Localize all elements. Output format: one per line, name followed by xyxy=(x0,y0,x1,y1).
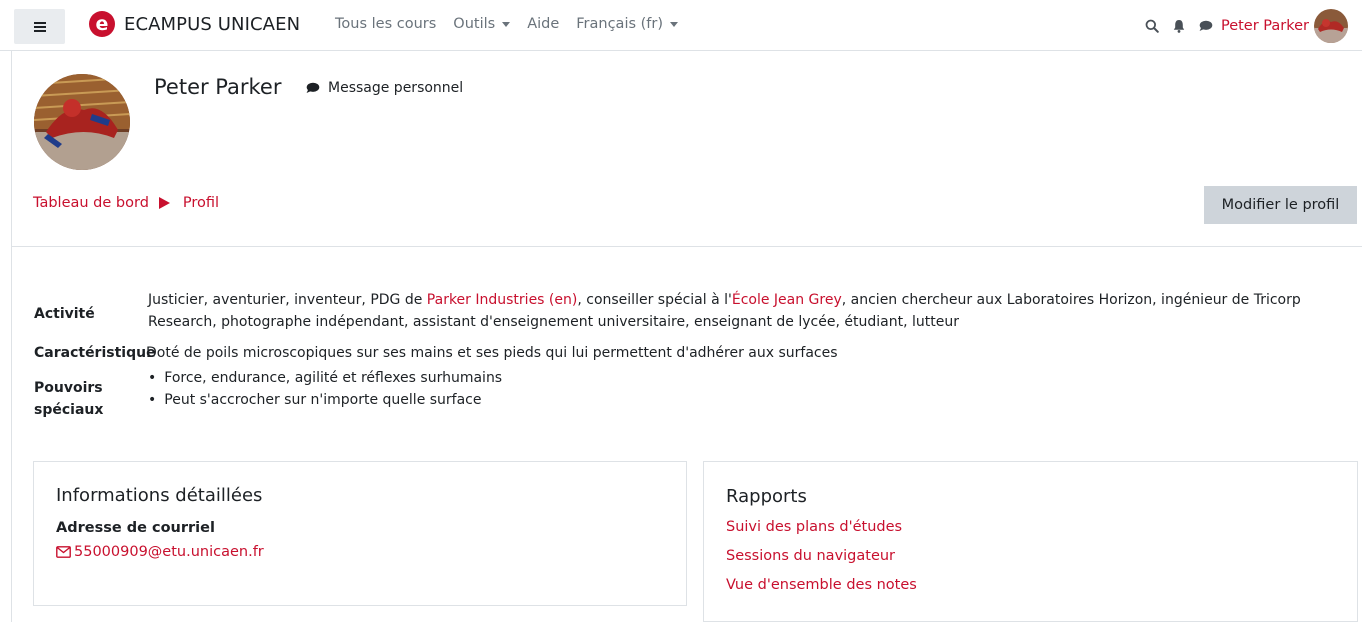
link-ecole-jean-grey[interactable]: École Jean Grey xyxy=(732,292,842,308)
user-nav: Peter Parker xyxy=(1145,8,1348,44)
list-item: Force, endurance, agilité et réflexes su… xyxy=(148,367,502,389)
activite-line-1: Justicier, aventurier, inventeur, PDG de… xyxy=(148,289,1353,311)
primary-nav: Tous les cours Outils Aide Français (fr) xyxy=(335,16,695,32)
report-link-learning-plans[interactable]: Suivi des plans d'études xyxy=(726,519,902,535)
search-icon[interactable] xyxy=(1145,19,1159,33)
reports-card-title: Rapports xyxy=(726,486,807,507)
profile-name: Peter Parker xyxy=(154,75,282,99)
field-value-pouvoirs: Force, endurance, agilité et réflexes su… xyxy=(148,367,502,411)
caret-down-icon xyxy=(670,22,679,27)
link-parker-industries[interactable]: Parker Industries (en) xyxy=(427,292,578,308)
field-value-activite: Justicier, aventurier, inventeur, PDG de… xyxy=(148,289,1353,333)
edit-profile-button[interactable]: Modifier le profil xyxy=(1204,186,1357,224)
activite-text-1: Justicier, aventurier, inventeur, PDG de xyxy=(148,292,427,308)
nav-tools-dropdown[interactable]: Outils xyxy=(453,16,511,32)
envelope-icon xyxy=(56,546,71,558)
report-link-grades-overview[interactable]: Vue d'ensemble des notes xyxy=(726,577,917,593)
nav-help[interactable]: Aide xyxy=(527,16,559,32)
activite-text-2: , conseiller spécial à l' xyxy=(577,292,732,308)
nav-language-label: Français (fr) xyxy=(576,16,664,32)
bell-icon[interactable] xyxy=(1173,19,1185,33)
brand-name[interactable]: ECAMPUS UNICAEN xyxy=(124,14,300,35)
activite-text-3: , ancien chercheur aux Laboratoires Hori… xyxy=(841,292,1301,308)
field-label-pouvoirs-line2: spéciaux xyxy=(34,402,104,418)
hamburger-icon xyxy=(33,21,46,32)
email-link[interactable]: 55000909@etu.unicaen.fr xyxy=(56,544,264,560)
report-link-browser-sessions[interactable]: Sessions du navigateur xyxy=(726,548,895,564)
chat-icon xyxy=(306,82,320,93)
brand-logo-icon: e xyxy=(89,11,115,37)
site-brand[interactable]: e ECAMPUS UNICAEN xyxy=(89,11,300,37)
breadcrumb: Tableau de bord Profil xyxy=(33,195,219,211)
user-avatar[interactable] xyxy=(1314,9,1348,43)
send-message-label: Message personnel xyxy=(328,80,464,96)
breadcrumb-dashboard[interactable]: Tableau de bord xyxy=(33,195,149,211)
top-navbar: e ECAMPUS UNICAEN Tous les cours Outils … xyxy=(0,0,1362,51)
activite-line-2: Research, photographe indépendant, assis… xyxy=(148,314,959,330)
caret-down-icon xyxy=(502,22,511,27)
send-message-link[interactable]: Message personnel xyxy=(306,80,463,96)
pouvoirs-list: Force, endurance, agilité et réflexes su… xyxy=(148,367,502,411)
field-label-pouvoirs: Pouvoirs spéciaux xyxy=(34,377,103,421)
nav-all-courses-label: Tous les cours xyxy=(335,16,437,32)
email-address: 55000909@etu.unicaen.fr xyxy=(74,544,264,560)
nav-tools-label: Outils xyxy=(453,16,496,32)
profile-avatar xyxy=(34,74,130,170)
page-left-border xyxy=(11,51,12,622)
details-card-title: Informations détaillées xyxy=(56,485,263,506)
field-value-caracteristique: Doté de poils microscopiques sur ses mai… xyxy=(146,345,838,361)
drawer-toggle-button[interactable] xyxy=(14,9,65,44)
field-label-caracteristique: Caractéristique xyxy=(34,345,156,361)
breadcrumb-profile[interactable]: Profil xyxy=(183,195,219,211)
breadcrumb-separator-icon xyxy=(158,197,170,209)
header-divider xyxy=(12,246,1362,247)
email-label: Adresse de courriel xyxy=(56,520,215,536)
details-card: Informations détaillées Adresse de courr… xyxy=(33,461,687,606)
list-item: Peut s'accrocher sur n'importe quelle su… xyxy=(148,389,502,411)
nav-help-label: Aide xyxy=(527,16,560,32)
reports-card: Rapports Suivi des plans d'études Sessio… xyxy=(703,461,1358,622)
nav-language-dropdown[interactable]: Français (fr) xyxy=(576,16,679,32)
nav-all-courses[interactable]: Tous les cours xyxy=(335,16,436,32)
field-label-pouvoirs-line1: Pouvoirs xyxy=(34,380,103,396)
field-label-activite: Activité xyxy=(34,306,95,322)
user-menu-name[interactable]: Peter Parker xyxy=(1221,18,1309,34)
chat-icon[interactable] xyxy=(1199,20,1213,32)
